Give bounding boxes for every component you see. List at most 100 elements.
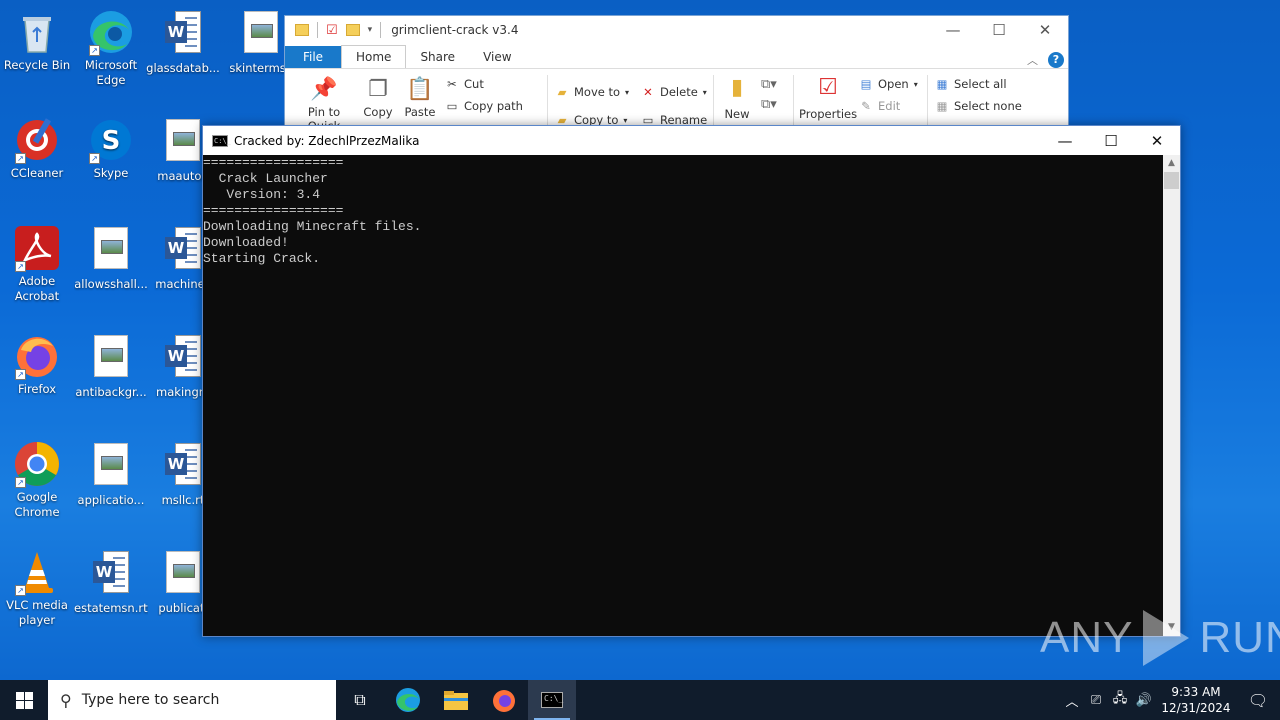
start-button[interactable]: [0, 680, 48, 720]
select-all-button[interactable]: ▦ Select all: [935, 77, 1007, 91]
close-icon[interactable]: ✕: [1134, 132, 1180, 150]
console-line: ==================: [203, 203, 344, 218]
file-desktop-icon[interactable]: W estatemsn.rtf: [74, 548, 148, 616]
new-folder-icon[interactable]: [345, 24, 360, 36]
taskbar-edge-button[interactable]: [384, 680, 432, 720]
system-tray: ︿ ⎚ 🖧 🔊 9:33 AM 12/31/2024 🗨: [1060, 680, 1280, 720]
adobe-acrobat-desktop-icon[interactable]: ↗ Adobe Acrobat: [0, 224, 74, 304]
tab-file[interactable]: File: [285, 46, 341, 68]
scissors-icon: ✂: [447, 77, 457, 91]
google-chrome-desktop-icon[interactable]: ↗ Google Chrome: [0, 440, 74, 520]
console-line: Downloading Minecraft files.: [203, 219, 422, 234]
copy-path-icon: ▭: [446, 99, 458, 113]
select-none-button[interactable]: ▦ Select none: [935, 99, 1022, 113]
delete-x-icon: ✕: [643, 85, 653, 99]
recycle-bin-desktop-icon[interactable]: Recycle Bin: [0, 8, 74, 73]
console-line: ==================: [203, 155, 344, 170]
edge-icon: ↗: [87, 8, 135, 56]
taskbar-console-button[interactable]: C:\_: [528, 680, 576, 720]
file-desktop-icon[interactable]: W glassdatab...: [146, 8, 220, 76]
open-label: Open: [878, 77, 909, 91]
adobe-acrobat-icon: ↗: [13, 224, 61, 272]
move-to-button[interactable]: ▰ Move to ▾: [555, 85, 630, 99]
word-document-icon: W: [165, 443, 201, 485]
device-icon[interactable]: ⎚: [1084, 693, 1108, 708]
taskbar-file-explorer-button[interactable]: [432, 680, 480, 720]
console-titlebar[interactable]: C:\_ Cracked by: ZdechlPrzezMalika — ☐ ✕: [203, 126, 1180, 155]
network-icon[interactable]: 🖧: [1108, 689, 1132, 711]
task-view-button[interactable]: ⧉: [336, 680, 384, 720]
file-desktop-icon[interactable]: applicatio...: [74, 440, 148, 508]
console-line: Starting Crack.: [203, 251, 321, 266]
task-view-icon: ⧉: [354, 690, 366, 709]
maximize-icon[interactable]: ☐: [1088, 132, 1134, 150]
new-label: New: [724, 107, 750, 121]
console-icon: C:\_: [212, 134, 231, 147]
tab-home[interactable]: Home: [341, 45, 407, 68]
properties-button[interactable]: ☑ Properties: [799, 73, 857, 121]
shortcut-arrow-icon: ↗: [15, 585, 26, 596]
copy-icon: ❐: [368, 77, 388, 102]
edge-icon: [396, 688, 420, 712]
skype-icon: S ↗: [87, 116, 135, 164]
show-hidden-icons-chevron-icon[interactable]: ︿: [1060, 691, 1084, 710]
new-item-icon[interactable]: ⧉▾ ⧉▾: [761, 75, 777, 115]
notification-icon[interactable]: 🗨: [1236, 691, 1280, 710]
scroll-up-arrow-icon[interactable]: ▲: [1163, 155, 1180, 172]
ribbon-divider: [713, 75, 714, 131]
skype-desktop-icon[interactable]: S ↗ Skype: [74, 116, 148, 181]
ccleaner-desktop-icon[interactable]: ↗ CCleaner: [0, 116, 74, 181]
properties-check-icon[interactable]: ☑: [326, 23, 338, 38]
new-folder-icon: ▮: [730, 75, 744, 100]
select-all-icon: ▦: [936, 77, 948, 91]
new-folder-button[interactable]: ▮ New: [719, 73, 755, 121]
clock[interactable]: 9:33 AM 12/31/2024: [1156, 684, 1236, 716]
cut-button[interactable]: ✂ Cut: [445, 77, 484, 91]
copy-path-button[interactable]: ▭ Copy path: [445, 99, 523, 113]
ribbon-divider: [927, 75, 928, 131]
open-button[interactable]: ▤ Open ▾: [859, 77, 918, 91]
taskbar-firefox-button[interactable]: [480, 680, 528, 720]
firefox-desktop-icon[interactable]: ↗ Firefox: [0, 332, 74, 397]
minimize-icon[interactable]: —: [1042, 132, 1088, 150]
paste-icon: 📋: [406, 77, 434, 102]
word-document-icon: W: [93, 551, 129, 593]
vlc-cone-icon: ↗: [13, 548, 61, 596]
firefox-icon: [493, 690, 515, 712]
tab-share[interactable]: Share: [406, 46, 469, 68]
edit-button[interactable]: ✎ Edit: [859, 99, 900, 113]
maximize-icon[interactable]: ☐: [976, 21, 1022, 39]
microsoft-edge-desktop-icon[interactable]: ↗ Microsoft Edge: [74, 8, 148, 88]
paste-button[interactable]: 📋 Paste: [403, 75, 437, 119]
console-output[interactable]: ================== Crack Launcher Versio…: [203, 155, 1164, 636]
chrome-icon: ↗: [13, 440, 61, 488]
file-desktop-icon[interactable]: allowsshall...: [74, 224, 148, 292]
taskbar-search-box[interactable]: ⚲ Type here to search: [48, 680, 336, 720]
scroll-thumb[interactable]: [1164, 172, 1179, 189]
file-desktop-icon[interactable]: antibackgr...: [74, 332, 148, 400]
ccleaner-icon: ↗: [13, 116, 61, 164]
copy-button[interactable]: ❐ Copy: [361, 75, 395, 119]
delete-label: Delete: [660, 85, 698, 99]
customize-toolbar-chevron-icon[interactable]: ▾: [368, 25, 373, 35]
close-icon[interactable]: ✕: [1022, 21, 1068, 39]
word-document-icon: W: [165, 335, 201, 377]
minimize-icon[interactable]: —: [930, 21, 976, 39]
cut-label: Cut: [464, 77, 484, 91]
collapse-ribbon-chevron-icon[interactable]: ︿: [1027, 52, 1038, 68]
vlc-desktop-icon[interactable]: ↗ VLC media player: [0, 548, 74, 628]
shortcut-arrow-icon: ↗: [15, 477, 26, 488]
tab-view[interactable]: View: [469, 46, 525, 68]
help-icon[interactable]: ?: [1048, 52, 1064, 68]
console-window[interactable]: C:\_ Cracked by: ZdechlPrzezMalika — ☐ ✕…: [202, 125, 1181, 637]
delete-button[interactable]: ✕ Delete ▾: [641, 85, 707, 99]
image-file-icon: [166, 551, 200, 593]
explorer-titlebar[interactable]: ☑ ▾ grimclient-crack v3.4 — ☐ ✕: [285, 16, 1068, 44]
volume-icon[interactable]: 🔊: [1132, 693, 1156, 708]
select-all-label: Select all: [954, 77, 1007, 91]
console-line: Downloaded!: [203, 235, 289, 250]
desktop-icon-label: estatemsn.rtf: [74, 601, 148, 615]
image-file-icon: [94, 227, 128, 269]
file-explorer-window[interactable]: ☑ ▾ grimclient-crack v3.4 — ☐ ✕ File Hom…: [284, 15, 1069, 135]
vertical-scrollbar[interactable]: ▲ ▼: [1163, 155, 1180, 636]
